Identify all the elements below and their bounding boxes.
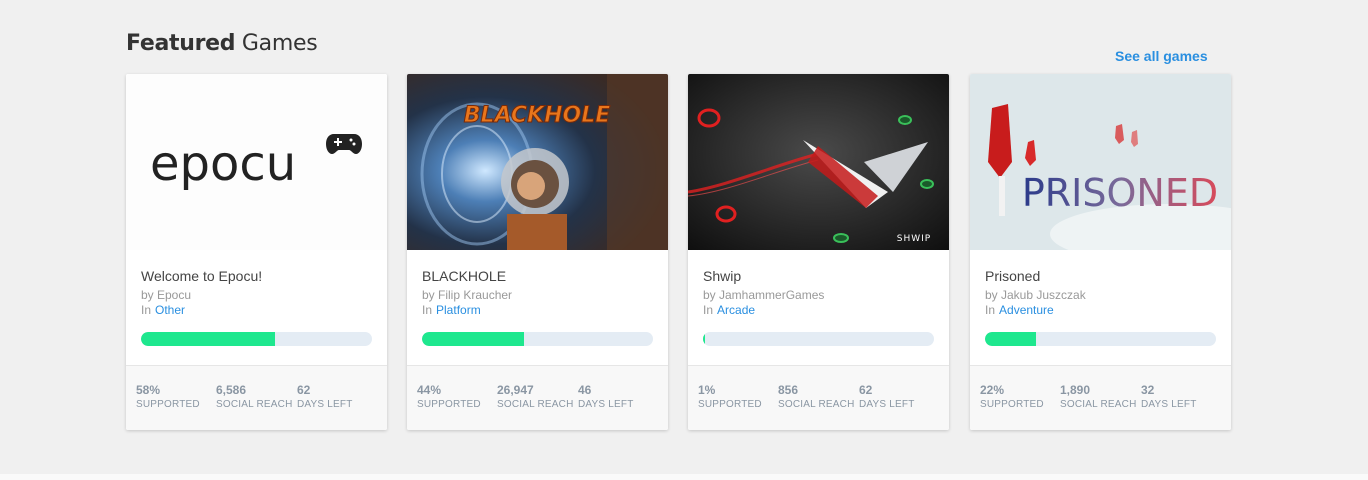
category-link[interactable]: Other <box>155 303 185 317</box>
game-card-blackhole[interactable]: BLACKHOLE BLACKHOLE by Filip Kraucher In… <box>407 74 668 430</box>
game-title[interactable]: Prisoned <box>985 268 1216 284</box>
stat-social-reach: 6,586 SOCIAL REACH <box>216 384 293 411</box>
category-link[interactable]: Adventure <box>999 303 1054 317</box>
stat-social-reach-label: SOCIAL REACH <box>1060 399 1137 410</box>
game-thumbnail-blackhole[interactable]: BLACKHOLE <box>407 74 668 250</box>
stat-social-reach-value: 6,586 <box>216 383 247 397</box>
stat-social-reach: 1,890 SOCIAL REACH <box>1060 384 1137 411</box>
see-all-games-link[interactable]: See all games <box>1115 48 1208 64</box>
game-category-line: In Platform <box>422 303 653 317</box>
game-title[interactable]: Welcome to Epocu! <box>141 268 372 284</box>
blackhole-logo-text: BLACKHOLE <box>464 103 611 128</box>
support-progress-bar <box>422 332 653 346</box>
support-progress-fill <box>141 332 275 346</box>
support-progress-bar <box>703 332 934 346</box>
category-prefix: In <box>422 303 433 317</box>
stat-social-reach-value: 856 <box>778 383 799 397</box>
stat-supported: 1% SUPPORTED <box>698 384 762 411</box>
game-author: by Epocu <box>141 288 192 302</box>
game-author: by Filip Kraucher <box>422 288 513 302</box>
shwip-logo-text: SHWIP <box>897 234 931 244</box>
game-category-line: In Arcade <box>703 303 934 317</box>
stat-supported-label: SUPPORTED <box>698 399 762 410</box>
category-link[interactable]: Platform <box>436 303 481 317</box>
stat-days-left-value: 62 <box>859 383 873 397</box>
game-card-shwip[interactable]: SHWIP Shwip by JamhammerGames In Arcade 1… <box>688 74 949 430</box>
stat-supported-value: 58% <box>136 383 161 397</box>
game-thumbnail-epocu[interactable]: epocu <box>126 74 387 250</box>
game-stats: 22% SUPPORTED 1,890 SOCIAL REACH 32 DAYS LE… <box>970 365 1231 430</box>
stat-supported-label: SUPPORTED <box>136 399 200 410</box>
support-progress-fill <box>985 332 1036 346</box>
stat-days-left: 32 DAYS LEFT <box>1141 384 1197 411</box>
page-bottom-strip <box>0 474 1368 480</box>
category-prefix: In <box>703 303 714 317</box>
stat-social-reach: 856 SOCIAL REACH <box>778 384 855 411</box>
stat-supported-label: SUPPORTED <box>417 399 481 410</box>
game-author: by Jakub Juszczak <box>985 288 1086 302</box>
stat-days-left-label: DAYS LEFT <box>1141 399 1197 410</box>
stat-social-reach-label: SOCIAL REACH <box>778 399 855 410</box>
game-category-line: In Other <box>141 303 372 317</box>
stat-days-left-value: 32 <box>1141 383 1155 397</box>
stat-social-reach-label: SOCIAL REACH <box>216 399 293 410</box>
stat-days-left-value: 46 <box>578 383 592 397</box>
stat-days-left: 46 DAYS LEFT <box>578 384 634 411</box>
section-title: Featured Games <box>126 31 318 56</box>
category-prefix: In <box>985 303 996 317</box>
stat-days-left-label: DAYS LEFT <box>859 399 915 410</box>
support-progress-bar <box>985 332 1216 346</box>
stat-social-reach: 26,947 SOCIAL REACH <box>497 384 574 411</box>
stat-days-left-label: DAYS LEFT <box>297 399 353 410</box>
stat-days-left: 62 DAYS LEFT <box>859 384 915 411</box>
prisoned-logo-text: PRISONED <box>1022 171 1218 215</box>
stat-days-left: 62 DAYS LEFT <box>297 384 353 411</box>
stat-social-reach-value: 26,947 <box>497 383 534 397</box>
stat-supported: 44% SUPPORTED <box>417 384 481 411</box>
category-prefix: In <box>141 303 152 317</box>
section-title-rest: Games <box>235 31 318 56</box>
epocu-logo-text: epocu <box>150 136 296 192</box>
stat-days-left-label: DAYS LEFT <box>578 399 634 410</box>
stat-supported-label: SUPPORTED <box>980 399 1044 410</box>
game-stats: 44% SUPPORTED 26,947 SOCIAL REACH 46 DAYS L… <box>407 365 668 430</box>
stat-supported: 22% SUPPORTED <box>980 384 1044 411</box>
category-link[interactable]: Arcade <box>717 303 755 317</box>
support-progress-fill <box>422 332 524 346</box>
stat-supported-value: 22% <box>980 383 1005 397</box>
support-progress-fill <box>703 332 706 346</box>
game-title[interactable]: Shwip <box>703 268 934 284</box>
stat-supported-value: 1% <box>698 383 716 397</box>
stat-social-reach-value: 1,890 <box>1060 383 1091 397</box>
stat-social-reach-label: SOCIAL REACH <box>497 399 574 410</box>
game-stats: 58% SUPPORTED 6,586 SOCIAL REACH 62 DAYS LE… <box>126 365 387 430</box>
stat-supported-value: 44% <box>417 383 442 397</box>
game-author: by JamhammerGames <box>703 288 825 302</box>
game-card-epocu[interactable]: epocu Welcome to Epocu! by Epocu In Other… <box>126 74 387 430</box>
game-thumbnail-prisoned[interactable]: PRISONED <box>970 74 1231 250</box>
game-thumbnail-shwip[interactable]: SHWIP <box>688 74 949 250</box>
game-card-prisoned[interactable]: PRISONED Prisoned by Jakub Juszczak In Ad… <box>970 74 1231 430</box>
game-category-line: In Adventure <box>985 303 1216 317</box>
game-title[interactable]: BLACKHOLE <box>422 268 653 284</box>
game-stats: 1% SUPPORTED 856 SOCIAL REACH 62 DAYS LEFT <box>688 365 949 430</box>
stat-days-left-value: 62 <box>297 383 311 397</box>
support-progress-bar <box>141 332 372 346</box>
section-title-bold: Featured <box>126 31 236 56</box>
stat-supported: 58% SUPPORTED <box>136 384 200 411</box>
